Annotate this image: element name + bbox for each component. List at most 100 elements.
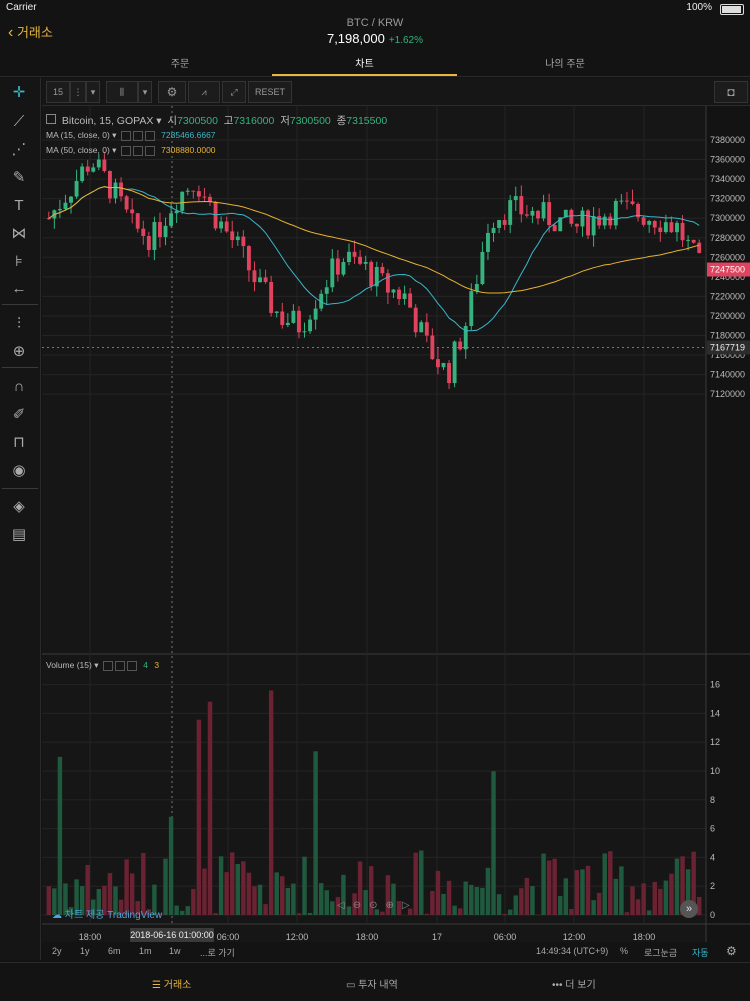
legend-toggle-icon[interactable] bbox=[46, 114, 56, 124]
gear-icon[interactable] bbox=[133, 131, 143, 141]
zoom-in-icon[interactable]: ⊕ bbox=[8, 341, 30, 363]
candle-body bbox=[675, 223, 679, 232]
range-1y[interactable]: 1y bbox=[80, 946, 90, 956]
price-tick: 7380000 bbox=[710, 135, 745, 145]
ma50-legend[interactable]: MA (50, close, 0) ▾ 7308880.0000 bbox=[46, 145, 216, 156]
chevron-down-icon[interactable]: ▾ bbox=[86, 81, 100, 103]
more-vert-icon[interactable]: ⋮ bbox=[70, 81, 86, 103]
volume-bar bbox=[597, 893, 601, 915]
range-1m[interactable]: 1m bbox=[139, 946, 152, 956]
tab-my-orders[interactable]: 나의 주문 bbox=[475, 55, 655, 75]
fullscreen-icon[interactable]: ⤢ bbox=[222, 81, 246, 103]
volume-bar bbox=[614, 879, 618, 915]
crosshair-icon[interactable]: ✛ bbox=[8, 82, 30, 104]
candle-body bbox=[236, 237, 240, 240]
volume-bar bbox=[497, 894, 501, 915]
volume-bar bbox=[419, 851, 423, 915]
candle-body bbox=[286, 323, 290, 325]
candle-body bbox=[380, 267, 384, 273]
candle-body bbox=[125, 196, 129, 209]
cross-time-label: 2018-06-16 01:00:00 bbox=[130, 930, 214, 940]
candle-body bbox=[241, 237, 245, 247]
volume-legend[interactable]: Volume (15) ▾ 4 3 bbox=[46, 660, 159, 671]
scroll-left-icon[interactable]: ◁ bbox=[337, 900, 353, 911]
tradingview-watermark[interactable]: ☁ 차트 제공 TradingView bbox=[52, 906, 162, 921]
gear-icon[interactable]: ⚙ bbox=[158, 81, 186, 103]
range-2y[interactable]: 2y bbox=[52, 946, 62, 956]
candle-body bbox=[397, 290, 401, 299]
eye-icon[interactable]: ◉ bbox=[8, 460, 30, 482]
candles-icon[interactable]: ⫼ bbox=[106, 81, 138, 103]
trash-icon[interactable]: ▤ bbox=[8, 524, 30, 546]
measure-icon[interactable]: ⫶ bbox=[8, 313, 30, 335]
range-6m[interactable]: 6m bbox=[108, 946, 121, 956]
nav-more[interactable]: ••• 더 보기 bbox=[552, 976, 596, 991]
volume-bar bbox=[202, 869, 206, 915]
zoom-in-icon[interactable]: ⊕ bbox=[385, 900, 401, 911]
nav-exchange[interactable]: ☰ 거래소 bbox=[152, 976, 191, 991]
price-change: +1.62% bbox=[389, 35, 423, 46]
goto-date-button[interactable]: ...로 가기 bbox=[200, 946, 235, 959]
indicators-icon[interactable]: ⩘ bbox=[188, 81, 220, 103]
scroll-to-realtime-button[interactable]: » bbox=[680, 900, 698, 918]
candle-body bbox=[414, 308, 418, 333]
volume-bar bbox=[647, 910, 651, 915]
volume-bar bbox=[297, 913, 301, 915]
candle-body bbox=[80, 167, 84, 181]
chart-svg[interactable]: 7380000736000073400007320000730000072800… bbox=[42, 106, 750, 961]
volume-bar bbox=[575, 870, 579, 915]
nav-history[interactable]: ▭ 투자 내역 bbox=[346, 976, 398, 991]
layers-icon[interactable]: ◈ bbox=[8, 496, 30, 518]
chart-area[interactable]: 7380000736000073400007320000730000072800… bbox=[42, 106, 750, 961]
range-1w[interactable]: 1w bbox=[169, 946, 181, 956]
clock-label[interactable]: 14:49:34 (UTC+9) bbox=[536, 946, 608, 956]
tab-order[interactable]: 주문 bbox=[90, 55, 270, 75]
gear-icon[interactable] bbox=[133, 146, 143, 156]
scroll-right-icon[interactable]: ▷ bbox=[402, 900, 418, 911]
candle-body bbox=[592, 216, 596, 235]
interval-select[interactable]: 15 bbox=[46, 81, 70, 103]
log-scale-toggle[interactable]: 로그눈금 bbox=[644, 946, 677, 959]
candle-body bbox=[86, 167, 90, 172]
auto-scale-toggle[interactable]: 자동 bbox=[692, 946, 709, 959]
volume-bar bbox=[425, 914, 429, 915]
gear-icon[interactable] bbox=[115, 661, 125, 671]
candle-body bbox=[369, 262, 373, 286]
volume-bar bbox=[619, 866, 623, 915]
eye-icon[interactable] bbox=[103, 661, 113, 671]
ma15-legend[interactable]: MA (15, close, 0) ▾ 7285466.6667 bbox=[46, 130, 216, 141]
volume-bar bbox=[669, 874, 673, 915]
zoom-out-icon[interactable]: ⊖ bbox=[353, 900, 369, 911]
magnet-icon[interactable]: ∩ bbox=[8, 376, 30, 398]
tab-chart[interactable]: 차트 bbox=[272, 55, 457, 75]
chevron-down-icon[interactable]: ▾ bbox=[138, 81, 152, 103]
candle-body bbox=[669, 222, 673, 232]
unlock-icon[interactable]: ⊓ bbox=[8, 432, 30, 454]
gear-icon[interactable]: ⚙ bbox=[726, 944, 737, 958]
chart-nav-controls[interactable]: ◁⊖⊙⊕▷ bbox=[337, 900, 418, 911]
lock-drawing-icon[interactable]: ✐ bbox=[8, 404, 30, 426]
candle-body bbox=[658, 228, 662, 232]
reset-view-icon[interactable]: ⊙ bbox=[369, 900, 385, 911]
eye-icon[interactable] bbox=[121, 146, 131, 156]
ma15-label: MA (15, close, 0) bbox=[46, 130, 110, 140]
candle-body bbox=[386, 273, 390, 292]
prediction-tool-icon[interactable]: ⊧ bbox=[8, 251, 30, 273]
text-tool-icon[interactable]: T bbox=[8, 195, 30, 217]
eye-icon[interactable] bbox=[121, 131, 131, 141]
time-tick: 12:00 bbox=[563, 932, 586, 942]
close-icon[interactable] bbox=[145, 146, 155, 156]
percent-toggle[interactable]: % bbox=[620, 946, 628, 956]
arrow-left-icon[interactable]: ← bbox=[8, 278, 30, 300]
pattern-tool-icon[interactable]: ⋈ bbox=[8, 223, 30, 245]
camera-icon[interactable]: ◘ bbox=[714, 81, 748, 103]
symbol-legend[interactable]: Bitcoin, 15, GOPAX ▾ 시7300500 고7316000 저… bbox=[46, 113, 387, 128]
close-icon[interactable] bbox=[127, 661, 137, 671]
volume-tick: 12 bbox=[710, 737, 720, 747]
reset-button[interactable]: RESET bbox=[248, 81, 292, 103]
fib-tool-icon[interactable]: ⋰ bbox=[8, 139, 30, 161]
volume-bar bbox=[447, 881, 451, 915]
trend-line-icon[interactable]: ⟋ bbox=[8, 111, 30, 133]
close-icon[interactable] bbox=[145, 131, 155, 141]
brush-icon[interactable]: ✎ bbox=[8, 167, 30, 189]
